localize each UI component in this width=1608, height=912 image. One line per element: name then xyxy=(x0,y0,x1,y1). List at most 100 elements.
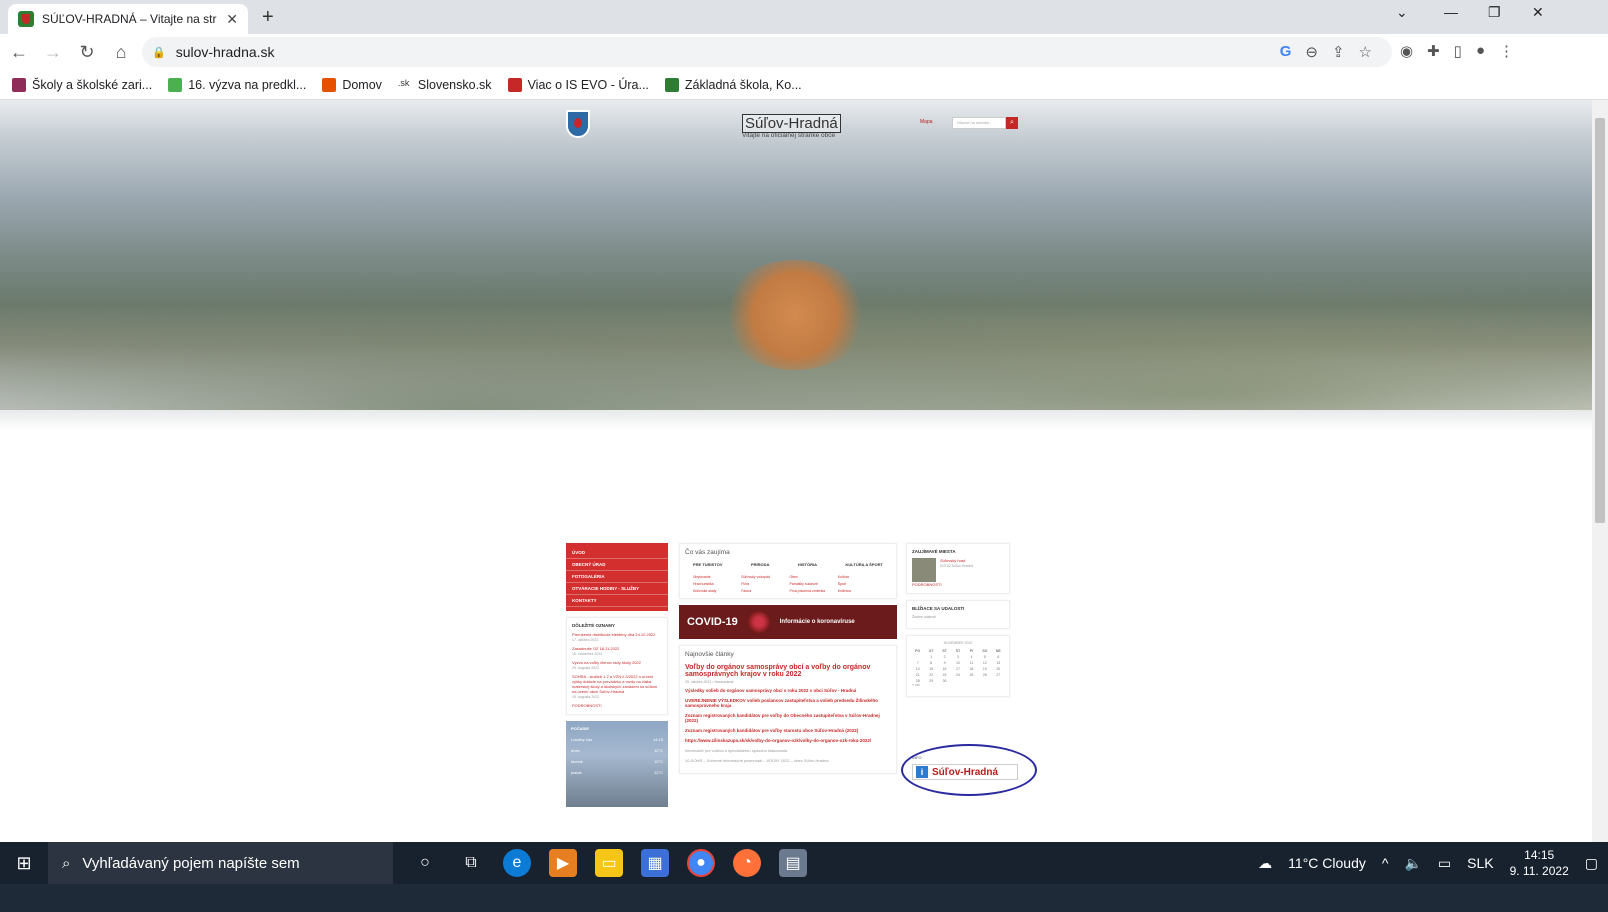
calendar-day[interactable]: 14 xyxy=(912,667,923,671)
extension-icon[interactable]: ◉ xyxy=(1400,42,1413,60)
calendar-day[interactable]: 4 xyxy=(966,655,977,659)
news-main-link[interactable]: Voľby do orgánov samosprávy obcí a voľby… xyxy=(685,664,891,678)
tab-search-chevron-icon[interactable]: ⌄ xyxy=(1396,4,1408,21)
calendar-day[interactable]: 26 xyxy=(979,673,990,677)
site-search-button[interactable]: ⌕ xyxy=(1006,117,1018,129)
start-button[interactable]: ⊞ xyxy=(0,842,48,884)
cortana-icon[interactable]: ○ xyxy=(411,849,439,877)
calendar-day[interactable]: 19 xyxy=(979,667,990,671)
calendar-day[interactable]: 6 xyxy=(993,655,1004,659)
bookmark-item[interactable]: Domov xyxy=(322,77,382,92)
place-thumbnail[interactable] xyxy=(912,558,936,582)
edge-icon[interactable]: e xyxy=(503,849,531,877)
coat-of-arms-icon[interactable] xyxy=(566,110,590,138)
tray-chevron-icon[interactable]: ^ xyxy=(1382,855,1389,871)
network-icon[interactable]: ▭ xyxy=(1438,855,1451,872)
calendar-day[interactable]: 22 xyxy=(925,673,936,677)
firefox-icon[interactable]: ◔ xyxy=(733,849,761,877)
category-link[interactable]: Súľovský vodopád xyxy=(741,575,786,579)
news-link[interactable]: Zoznam registrovaných kandidátov pre voľ… xyxy=(685,713,891,723)
profile-avatar-icon[interactable]: ● xyxy=(1476,42,1485,60)
news-link[interactable]: Zoznam registrovaných kandidátov pre voľ… xyxy=(685,728,891,733)
category-tab[interactable]: KULTÚRA A ŠPORT xyxy=(845,562,882,567)
calendar-day[interactable]: 11 xyxy=(966,661,977,665)
category-tab[interactable]: PRE TURISTOV xyxy=(693,562,723,567)
side-panel-icon[interactable]: ▯ xyxy=(1454,42,1462,60)
calendar-day[interactable]: 2 xyxy=(939,655,950,659)
menu-dots-icon[interactable]: ⋮ xyxy=(1499,42,1514,60)
calculator-icon[interactable]: ▤ xyxy=(779,849,807,877)
calendar-day[interactable]: 1 xyxy=(925,655,936,659)
bookmark-star-icon[interactable]: ☆ xyxy=(1359,43,1372,61)
notice-link[interactable]: Zasadnutie OZ 18.11.2022 xyxy=(572,646,662,651)
category-link[interactable]: Ubytovanie xyxy=(693,575,738,579)
calendar-day[interactable]: 20 xyxy=(993,667,1004,671)
calendar-prev-link[interactable]: « okt xyxy=(912,683,1004,687)
news-link[interactable]: UVEREJNENIE VÝSLEDKOV volieb poslancov z… xyxy=(685,698,891,708)
category-link[interactable]: Prvá písomná zmienka xyxy=(790,589,835,593)
category-link[interactable]: Pamiatky súčasné xyxy=(790,582,835,586)
place-name[interactable]: Súľovský hrad xyxy=(940,558,973,563)
close-tab-icon[interactable]: ✕ xyxy=(226,11,238,28)
forward-icon[interactable]: → xyxy=(38,42,68,63)
covid-banner[interactable]: COVID-19 Informácie o koronavíruse xyxy=(679,605,897,639)
language-indicator[interactable]: SLK xyxy=(1467,855,1493,871)
url-text[interactable]: sulov-hradna.sk xyxy=(176,44,275,60)
news-link[interactable]: Výsledky volieb do orgánov samosprávy ob… xyxy=(685,688,891,693)
calendar-day[interactable]: 9 xyxy=(939,661,950,665)
category-tab[interactable]: PRÍRODA xyxy=(751,562,769,567)
calendar-day[interactable]: 3 xyxy=(952,655,963,659)
weather-cloud-icon[interactable]: ☁ xyxy=(1258,855,1272,872)
menu-item[interactable]: ÚVOD xyxy=(566,547,668,559)
places-more-link[interactable]: PODROBNOSTI xyxy=(912,582,1004,587)
minimize-icon[interactable]: — xyxy=(1444,4,1458,20)
menu-item[interactable]: OTVÁRACIE HODINY - SLUŽBY xyxy=(566,583,668,595)
calendar-day[interactable]: 10 xyxy=(952,661,963,665)
map-link[interactable]: Mapa xyxy=(920,119,933,125)
bookmark-item[interactable]: Školy a školské zari... xyxy=(12,77,152,92)
category-link[interactable]: Súľovské skaly xyxy=(693,589,738,593)
category-link[interactable]: Šport xyxy=(838,582,883,586)
task-view-icon[interactable]: ⧉ xyxy=(457,849,485,877)
notice-link[interactable]: SOHRA - služieb 1.2 a VZN č.3/2022 o urč… xyxy=(572,674,662,694)
category-tab[interactable]: HISTÓRIA xyxy=(798,562,817,567)
bookmark-item[interactable]: 16. výzva na predkl... xyxy=(168,77,306,92)
close-window-icon[interactable]: ✕ xyxy=(1532,4,1544,21)
notice-link[interactable]: Výzva na voľby členov rady školy 2022 xyxy=(572,660,662,665)
calendar-day[interactable]: 27 xyxy=(993,673,1004,677)
calendar-day[interactable]: 8 xyxy=(925,661,936,665)
new-tab-button[interactable]: + xyxy=(262,6,274,29)
bookmark-item[interactable]: Základná škola, Ko... xyxy=(664,77,802,92)
store-icon[interactable]: ▦ xyxy=(641,849,669,877)
media-player-icon[interactable]: ▶ xyxy=(549,849,577,877)
tray-weather[interactable]: 11°C Cloudy xyxy=(1288,855,1366,871)
lock-icon[interactable]: 🔒 xyxy=(152,46,166,59)
browser-tab[interactable]: SÚĽOV-HRADNÁ – Vitajte na str ✕ xyxy=(8,4,248,34)
extensions-puzzle-icon[interactable]: ✚ xyxy=(1427,42,1440,60)
site-title[interactable]: Súľov-Hradná xyxy=(742,114,841,133)
calendar-day[interactable]: 30 xyxy=(939,679,950,683)
back-icon[interactable]: ← xyxy=(4,42,34,63)
calendar-day[interactable]: 13 xyxy=(993,661,1004,665)
calendar-day[interactable]: 7 xyxy=(912,661,923,665)
bookmark-item[interactable]: .sk Slovensko.sk xyxy=(397,77,492,92)
category-link[interactable]: Flóra xyxy=(741,582,786,586)
calendar-day[interactable]: 23 xyxy=(939,673,950,677)
category-link[interactable]: Obec xyxy=(790,575,835,579)
category-link[interactable]: Kultúra xyxy=(838,575,883,579)
calendar-day[interactable]: 21 xyxy=(912,673,923,677)
clock[interactable]: 14:15 9. 11. 2022 xyxy=(1510,847,1569,879)
google-icon[interactable]: G xyxy=(1280,43,1292,61)
menu-item[interactable]: OBECNÝ ÚRAD xyxy=(566,559,668,571)
calendar-day[interactable]: 18 xyxy=(966,667,977,671)
file-explorer-icon[interactable]: ▭ xyxy=(595,849,623,877)
news-plain-link[interactable]: Informácie pre voličov k špeciálnemu spô… xyxy=(685,748,891,753)
calendar-day[interactable]: 15 xyxy=(925,667,936,671)
restore-icon[interactable]: ❐ xyxy=(1488,4,1501,21)
category-link[interactable]: Hrad turistika xyxy=(693,582,738,586)
calendar-day[interactable]: 5 xyxy=(979,655,990,659)
news-plain-link[interactable]: 10-SOHR – Súhrnné informačné povinnosti … xyxy=(685,758,891,763)
address-bar[interactable]: 🔒 sulov-hradna.sk G ⊖ ⇪ ☆ xyxy=(142,37,1392,67)
share-icon[interactable]: ⇪ xyxy=(1332,43,1345,61)
zoom-icon[interactable]: ⊖ xyxy=(1305,43,1318,61)
